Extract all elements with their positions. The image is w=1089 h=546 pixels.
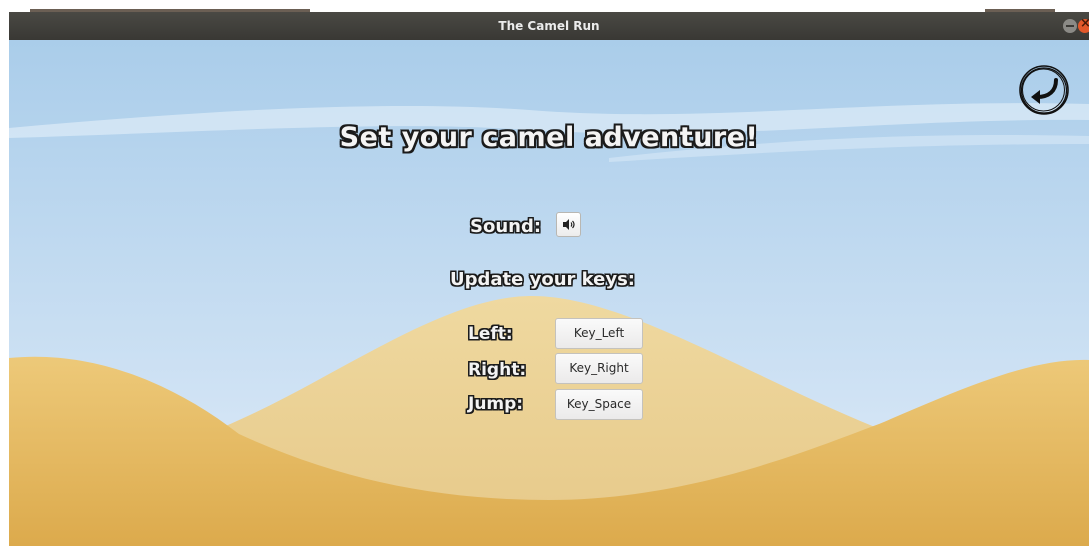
right-key-button[interactable]: Key_Right <box>555 353 643 384</box>
sound-label: Sound: <box>470 216 542 237</box>
close-icon[interactable] <box>1078 16 1089 33</box>
settings-scene: Set your camel adventure! Sound: Update … <box>9 40 1089 546</box>
jump-key-label: Jump: <box>468 394 524 414</box>
speaker-icon <box>563 219 575 230</box>
sound-toggle-button[interactable] <box>556 212 581 237</box>
left-key-label: Left: <box>468 324 513 344</box>
window-titlebar[interactable]: The Camel Run <box>9 12 1089 41</box>
minimize-icon[interactable] <box>1063 19 1077 33</box>
desert-background <box>9 40 1089 546</box>
desktop-edge <box>0 12 9 546</box>
left-key-button[interactable]: Key_Left <box>555 318 643 349</box>
back-arrow-icon <box>1019 65 1069 115</box>
screen: The Camel Run × Set your camel adventure… <box>0 0 1089 546</box>
game-window: The Camel Run × Set your camel adventure… <box>9 12 1089 546</box>
page-title: Set your camel adventure! <box>339 122 759 153</box>
back-button[interactable] <box>1017 63 1071 117</box>
window-title: The Camel Run <box>498 19 600 33</box>
keys-heading: Update your keys: <box>450 269 636 290</box>
right-key-label: Right: <box>468 360 527 380</box>
desktop-background <box>0 0 1089 12</box>
jump-key-button[interactable]: Key_Space <box>555 389 643 420</box>
